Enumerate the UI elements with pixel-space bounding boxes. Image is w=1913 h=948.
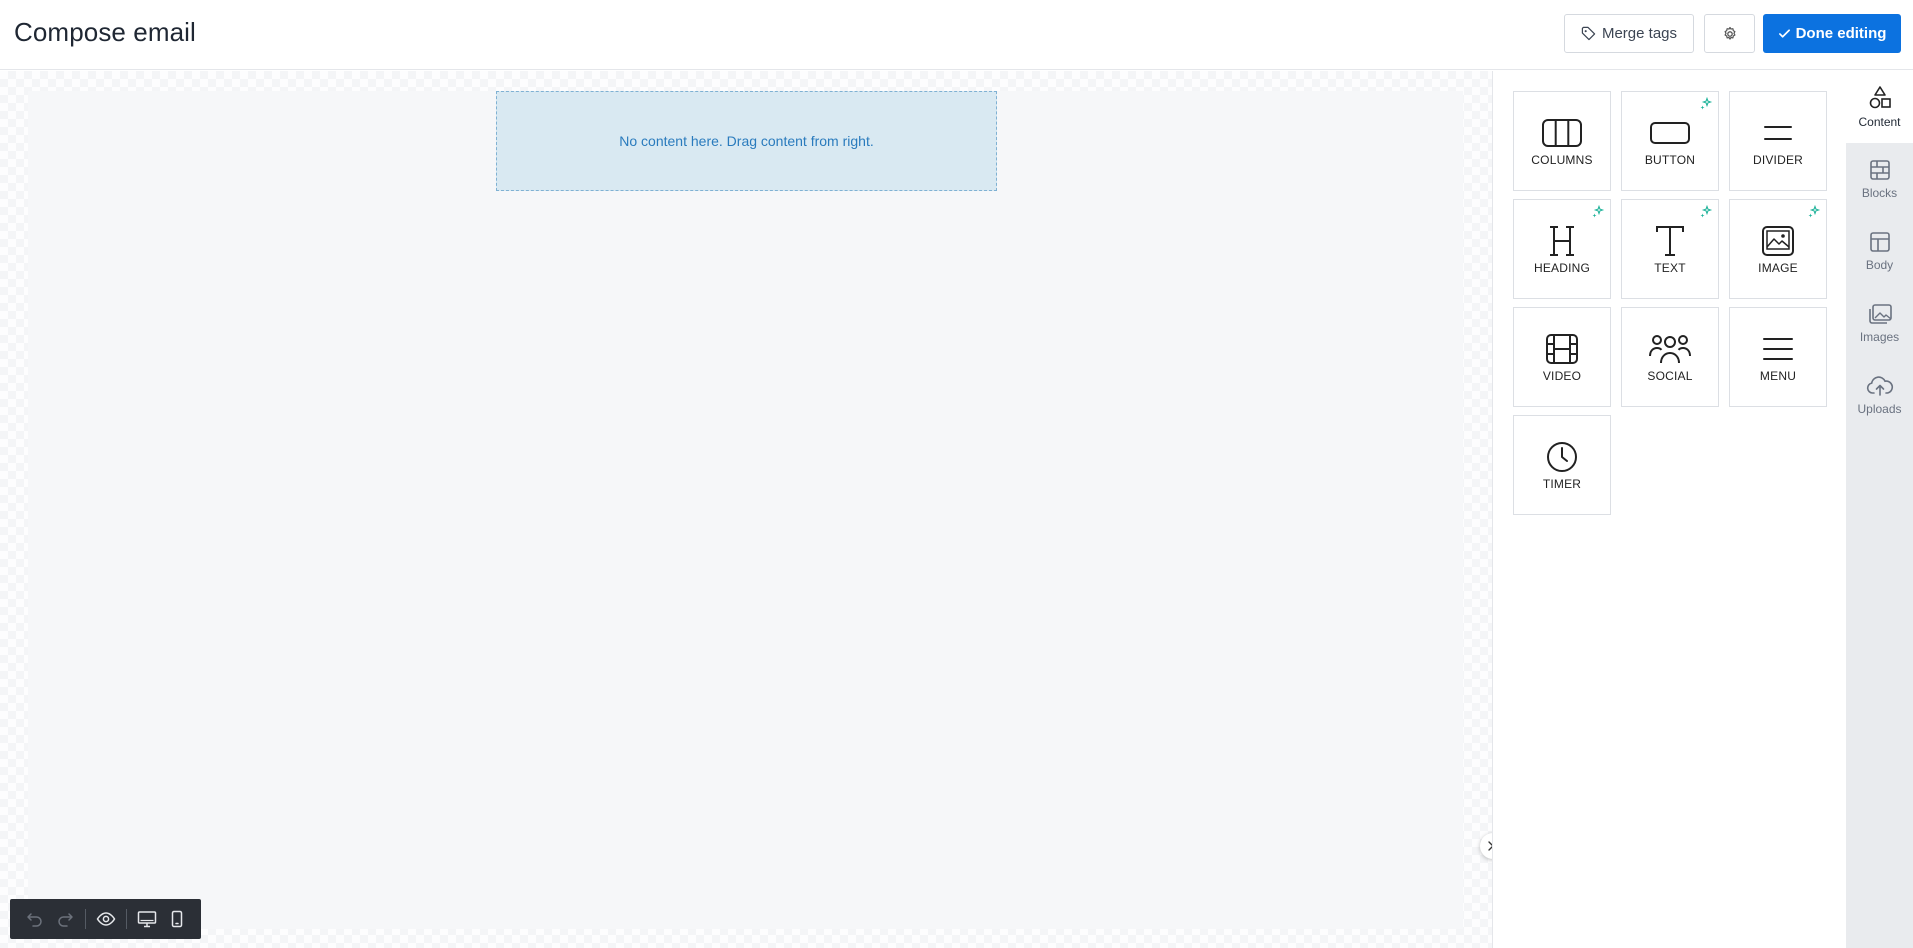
editor-toolbar: [10, 899, 201, 939]
blocks-icon: [1869, 160, 1890, 180]
done-editing-label: Done editing: [1795, 25, 1887, 42]
mobile-icon: [171, 910, 183, 928]
editor-tabs-rail: Content Blocks Body Images Uploads: [1846, 71, 1913, 948]
eye-icon: [96, 912, 116, 926]
tile-social[interactable]: SOCIAL: [1621, 307, 1719, 407]
text-icon: [1656, 226, 1684, 256]
tab-label: Content: [1858, 115, 1901, 129]
tile-button[interactable]: BUTTON: [1621, 91, 1719, 191]
settings-button[interactable]: [1704, 14, 1755, 53]
image-icon: [1762, 226, 1794, 256]
undo-button[interactable]: [20, 904, 50, 934]
empty-dropzone[interactable]: No content here. Drag content from right…: [496, 91, 997, 191]
tile-heading[interactable]: HEADING: [1513, 199, 1611, 299]
tile-timer[interactable]: TIMER: [1513, 415, 1611, 515]
tile-label: HEADING: [1533, 261, 1591, 275]
check-icon: [1778, 29, 1790, 38]
desktop-icon: [137, 911, 157, 928]
done-editing-button[interactable]: Done editing: [1763, 14, 1901, 53]
email-body[interactable]: No content here. Drag content from right…: [28, 91, 1463, 929]
tile-divider[interactable]: DIVIDER: [1729, 91, 1827, 191]
mobile-view-button[interactable]: [162, 904, 192, 934]
tile-video[interactable]: VIDEO: [1513, 307, 1611, 407]
tab-content[interactable]: Content: [1846, 71, 1913, 143]
tab-label: Body: [1865, 258, 1894, 272]
tile-columns[interactable]: COLUMNS: [1513, 91, 1611, 191]
toolbar-divider: [85, 909, 86, 929]
tab-images[interactable]: Images: [1846, 287, 1913, 359]
tab-label: Blocks: [1861, 186, 1898, 200]
tile-label: COLUMNS: [1531, 153, 1593, 167]
tab-uploads[interactable]: Uploads: [1846, 359, 1913, 431]
tab-blocks[interactable]: Blocks: [1846, 143, 1913, 215]
tile-image[interactable]: IMAGE: [1729, 199, 1827, 299]
tile-label: BUTTON: [1644, 153, 1696, 167]
body-layout-icon: [1869, 232, 1890, 252]
tab-label: Uploads: [1857, 402, 1902, 416]
merge-tags-button[interactable]: Merge tags: [1564, 14, 1694, 53]
tile-label: TEXT: [1654, 261, 1686, 275]
upload-cloud-icon: [1866, 376, 1893, 396]
tile-label: TIMER: [1542, 477, 1582, 491]
button-icon: [1650, 122, 1690, 144]
tag-icon: [1581, 26, 1596, 41]
tile-menu[interactable]: MENU: [1729, 307, 1827, 407]
video-icon: [1546, 334, 1578, 364]
shapes-icon: [1869, 86, 1891, 109]
merge-tags-label: Merge tags: [1601, 25, 1678, 42]
tab-label: Images: [1859, 330, 1900, 344]
tile-label: MENU: [1759, 369, 1797, 383]
empty-message: No content here. Drag content from right…: [619, 133, 874, 149]
images-icon: [1868, 304, 1892, 324]
editor-canvas: No content here. Drag content from right…: [0, 71, 1492, 948]
tile-label: DIVIDER: [1752, 153, 1804, 167]
heading-icon: [1550, 226, 1574, 256]
ai-sparkle-icon: [1592, 205, 1605, 218]
preview-button[interactable]: [91, 904, 121, 934]
tile-label: VIDEO: [1542, 369, 1582, 383]
redo-icon: [58, 913, 73, 927]
columns-icon: [1542, 119, 1582, 147]
page-title: Compose email: [14, 17, 196, 47]
tab-body[interactable]: Body: [1846, 215, 1913, 287]
divider-icon: [1764, 126, 1792, 140]
gear-icon: [1724, 26, 1735, 40]
content-panel: COLUMNS BUTTON DIVIDER HEADING TEXT IMAG…: [1492, 71, 1846, 948]
ai-sparkle-icon: [1700, 205, 1713, 218]
top-bar: Compose email Merge tags Done editing: [0, 0, 1913, 70]
tile-text[interactable]: TEXT: [1621, 199, 1719, 299]
undo-icon: [27, 913, 42, 927]
tile-label: SOCIAL: [1647, 369, 1693, 383]
desktop-view-button[interactable]: [132, 904, 162, 934]
menu-icon: [1763, 338, 1793, 360]
tile-label: IMAGE: [1758, 261, 1798, 275]
ai-sparkle-icon: [1700, 97, 1713, 110]
redo-button[interactable]: [50, 904, 80, 934]
toolbar-divider: [126, 909, 127, 929]
ai-sparkle-icon: [1808, 205, 1821, 218]
social-icon: [1649, 335, 1691, 364]
timer-icon: [1547, 442, 1577, 472]
